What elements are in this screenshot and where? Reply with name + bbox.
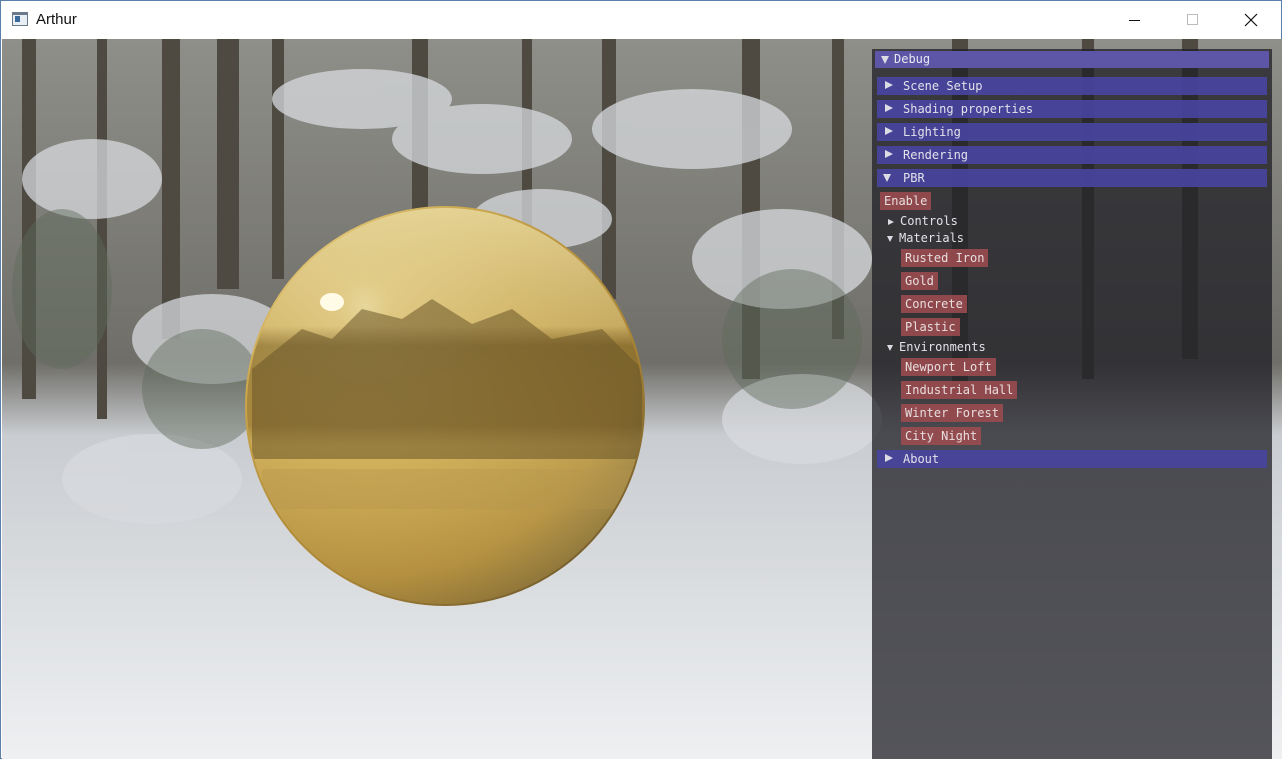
tree-node-label: Environments: [899, 340, 986, 354]
tree-node-environments[interactable]: Environments: [887, 339, 986, 355]
collapse-arrow-icon: [887, 235, 893, 242]
material-gold-button[interactable]: Gold: [901, 272, 938, 290]
minimize-icon: [1129, 20, 1140, 21]
material-concrete-button[interactable]: Concrete: [901, 295, 967, 313]
tree-node-label: Controls: [900, 214, 958, 228]
app-window: Arthur Debug Scene Setup Shading propert…: [0, 0, 1282, 759]
enable-button[interactable]: Enable: [880, 192, 932, 210]
title-bar[interactable]: Arthur: [1, 1, 1281, 39]
expand-arrow-icon: [885, 150, 893, 158]
close-icon: [1244, 13, 1258, 27]
section-label: Rendering: [903, 148, 969, 162]
section-shading-properties[interactable]: Shading properties: [877, 100, 1267, 118]
section-label: PBR: [903, 171, 925, 185]
environment-city-night-button[interactable]: City Night: [901, 427, 982, 445]
app-icon: [12, 12, 28, 26]
expand-arrow-icon: [885, 127, 893, 135]
minimize-button[interactable]: [1106, 1, 1164, 39]
tree-node-label: Materials: [899, 231, 965, 245]
debug-panel-header[interactable]: Debug: [875, 51, 1269, 68]
debug-panel: Debug Scene Setup Shading properties Lig…: [872, 49, 1272, 759]
material-plastic-button[interactable]: Plastic: [901, 318, 960, 336]
window-title: Arthur: [36, 11, 77, 28]
collapse-arrow-icon: [881, 55, 889, 64]
section-label: Shading properties: [903, 102, 1034, 116]
section-label: Lighting: [903, 125, 961, 139]
tree-node-controls[interactable]: Controls: [888, 213, 958, 229]
expand-arrow-icon: [885, 104, 893, 112]
section-about[interactable]: About: [877, 450, 1267, 468]
expand-arrow-icon: [885, 81, 893, 89]
environment-newport-loft-button[interactable]: Newport Loft: [901, 358, 996, 376]
environment-winter-forest-button[interactable]: Winter Forest: [901, 404, 1003, 422]
material-rusted-iron-button[interactable]: Rusted Iron: [901, 249, 989, 267]
expand-arrow-icon: [888, 218, 894, 225]
environment-industrial-hall-button[interactable]: Industrial Hall: [901, 381, 1018, 399]
section-label: Scene Setup: [903, 79, 983, 93]
section-scene-setup[interactable]: Scene Setup: [877, 77, 1267, 95]
collapse-arrow-icon: [887, 344, 893, 351]
section-lighting[interactable]: Lighting: [877, 123, 1267, 141]
collapse-arrow-icon: [883, 174, 891, 182]
maximize-icon: [1187, 14, 1198, 25]
tree-node-materials[interactable]: Materials: [887, 230, 964, 246]
expand-arrow-icon: [885, 454, 893, 462]
section-pbr[interactable]: PBR: [877, 169, 1267, 187]
render-viewport[interactable]: Debug Scene Setup Shading properties Lig…: [2, 39, 1282, 759]
debug-panel-title: Debug: [894, 52, 931, 66]
section-label: About: [903, 452, 940, 466]
maximize-button[interactable]: [1164, 1, 1222, 39]
close-button[interactable]: [1222, 1, 1280, 39]
section-rendering[interactable]: Rendering: [877, 146, 1267, 164]
